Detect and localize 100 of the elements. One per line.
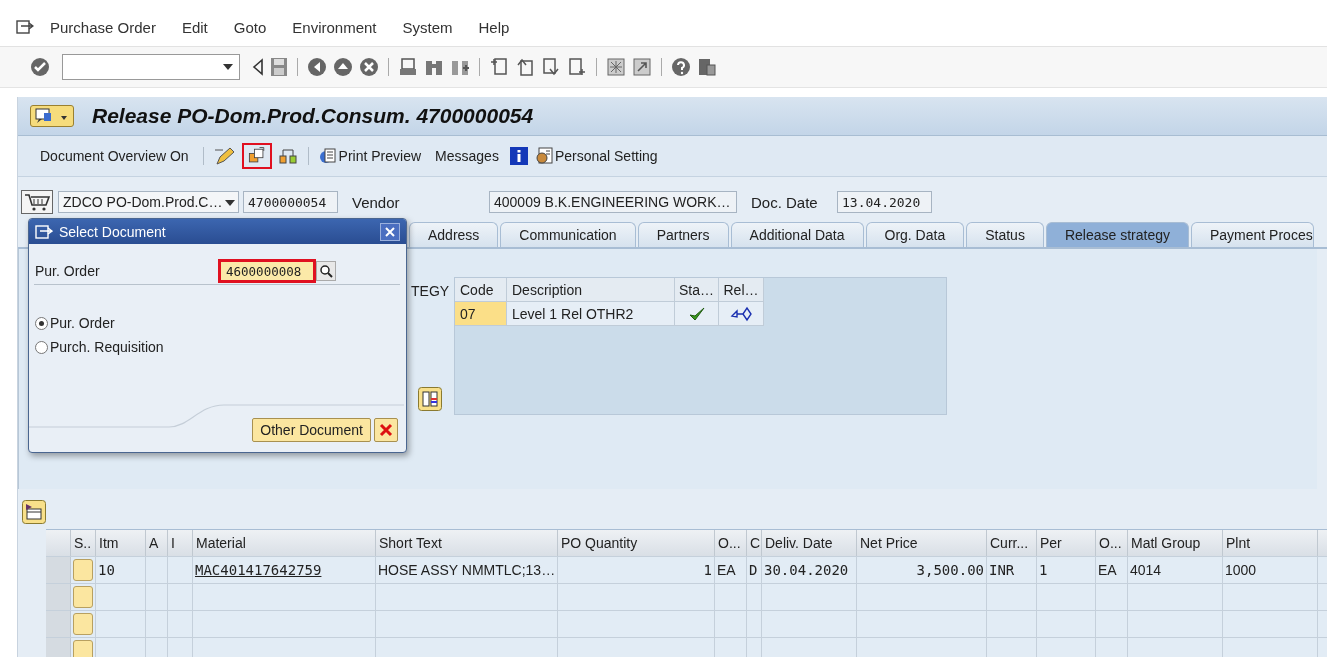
column-header[interactable]: Sta…: [675, 278, 719, 302]
dialog-title: Select Document: [59, 223, 167, 240]
column-header[interactable]: Code: [455, 278, 507, 302]
document-type-dropdown[interactable]: ZDCO PO-Dom.Prod.C…: [58, 191, 239, 213]
column-header[interactable]: Curr...: [987, 530, 1037, 556]
tab[interactable]: Payment Proces: [1190, 222, 1314, 247]
table-cell: INR: [987, 557, 1037, 583]
close-icon: [384, 225, 396, 238]
table-cell: 4014: [1128, 557, 1223, 583]
menu-item[interactable]: System: [402, 18, 453, 36]
help-icon[interactable]: [671, 57, 691, 77]
speech-bubble-icon: [35, 108, 53, 124]
other-document-button[interactable]: Other Document: [252, 418, 371, 442]
switch-document-icon[interactable]: [241, 143, 272, 169]
cart-icon[interactable]: [21, 190, 53, 214]
table-cell: 3,500.00: [857, 557, 987, 583]
menu-item[interactable]: Help: [478, 18, 510, 36]
doc-date-field[interactable]: 13.04.2020: [837, 191, 932, 213]
table-cell: EA: [1096, 557, 1128, 583]
save-icon[interactable]: [270, 57, 288, 77]
document-number-field[interactable]: 4700000054: [243, 191, 338, 213]
purchase-order-field[interactable]: 4600000008: [218, 259, 316, 283]
column-header[interactable]: PO Quantity: [558, 530, 715, 556]
column-header[interactable]: O...: [715, 530, 747, 556]
check-icon[interactable]: [30, 57, 50, 77]
section-label: TEGY: [411, 282, 451, 299]
table-cell: 10: [96, 557, 146, 583]
menu-item[interactable]: Environment: [292, 18, 377, 36]
table-cell: 1: [1037, 557, 1096, 583]
column-header[interactable]: Description: [507, 278, 675, 302]
search-button[interactable]: [316, 261, 336, 281]
header-toggle-icon[interactable]: [22, 500, 46, 524]
radio-option[interactable]: Pur. Order: [35, 315, 115, 331]
cancel-icon: [379, 423, 393, 437]
radio-option[interactable]: Purch. Requisition: [35, 339, 164, 355]
profile-icon: [534, 147, 553, 165]
column-header[interactable]: Net Price: [857, 530, 987, 556]
release-icon[interactable]: [730, 305, 752, 322]
column-header[interactable]: I: [168, 530, 193, 556]
column-header[interactable]: S..: [71, 530, 96, 556]
menu-item[interactable]: Goto: [233, 18, 267, 36]
table-cell: HOSE ASSY NMMTLC;13…: [376, 557, 558, 583]
column-header[interactable]: Itm: [96, 530, 146, 556]
column-header[interactable]: Matl Group: [1128, 530, 1223, 556]
toolbar-button[interactable]: Messages: [431, 146, 503, 166]
toolbar-button[interactable]: Document Overview On: [36, 146, 193, 166]
table-cell: D: [747, 557, 762, 583]
field-label: Pur. Order: [34, 263, 101, 279]
tab[interactable]: Partners: [637, 222, 729, 247]
columns-icon[interactable]: [418, 387, 442, 411]
column-header[interactable]: Short Text: [376, 530, 558, 556]
table-cell: 1: [558, 557, 715, 583]
close-button[interactable]: [380, 222, 400, 241]
last-page-icon[interactable]: [567, 57, 587, 77]
column-header[interactable]: C: [747, 530, 762, 556]
print-preview-button[interactable]: Print Preview: [318, 145, 426, 167]
info-icon[interactable]: [508, 146, 529, 166]
menu-icon[interactable]: [16, 20, 34, 34]
menu-item[interactable]: Edit: [181, 18, 208, 36]
material-link[interactable]: MAC401417642759: [195, 562, 322, 578]
vendor-label: Vendor: [351, 193, 401, 211]
tab[interactable]: Release strategy: [1045, 222, 1189, 247]
personal-setting-button[interactable]: Personal Setting: [534, 145, 662, 167]
pencil-icon[interactable]: [213, 146, 236, 166]
print-preview-icon: [318, 147, 337, 165]
cancel-button[interactable]: [374, 418, 398, 442]
layout-icon[interactable]: [697, 57, 717, 77]
tab[interactable]: Additional Data: [730, 222, 864, 247]
doc-date-label: Doc. Date: [750, 193, 819, 211]
column-header[interactable]: Plnt: [1223, 530, 1318, 556]
column-header[interactable]: Rel…: [719, 278, 764, 302]
tab[interactable]: Communication: [500, 222, 636, 247]
window-icon: [35, 224, 53, 239]
back-icon[interactable]: [307, 57, 327, 77]
screen-menu-button[interactable]: [30, 105, 74, 127]
cancel-icon[interactable]: [359, 57, 379, 77]
table-cell: 07: [455, 302, 507, 326]
screen-title: Release PO-Dom.Prod.Consum. 4700000054: [92, 104, 534, 128]
column-header[interactable]: A: [146, 530, 168, 556]
print-icon[interactable]: [398, 57, 418, 77]
next-page-icon[interactable]: [541, 57, 561, 77]
command-field[interactable]: [62, 54, 240, 80]
column-header[interactable]: Deliv. Date: [762, 530, 857, 556]
hierarchy-icon[interactable]: [277, 146, 298, 166]
tab[interactable]: Org. Data: [865, 222, 965, 247]
back-arrow-icon[interactable]: [252, 58, 264, 76]
previous-page-icon[interactable]: [515, 57, 535, 77]
search-icon: [319, 264, 333, 278]
column-header[interactable]: Per: [1037, 530, 1096, 556]
column-header[interactable]: O...: [1096, 530, 1128, 556]
table-cell: EA: [715, 557, 747, 583]
vendor-field[interactable]: 400009 B.K.ENGINEERING WORK…: [489, 191, 737, 213]
window-icon[interactable]: [606, 57, 626, 77]
column-header[interactable]: Material: [193, 530, 376, 556]
tab[interactable]: Address: [409, 222, 499, 247]
first-page-icon[interactable]: [489, 57, 509, 77]
up-icon[interactable]: [333, 57, 353, 77]
table-cell: 30.04.2020: [762, 557, 857, 583]
menu-item[interactable]: Purchase Order: [50, 18, 156, 36]
tab[interactable]: Status: [966, 222, 1044, 247]
